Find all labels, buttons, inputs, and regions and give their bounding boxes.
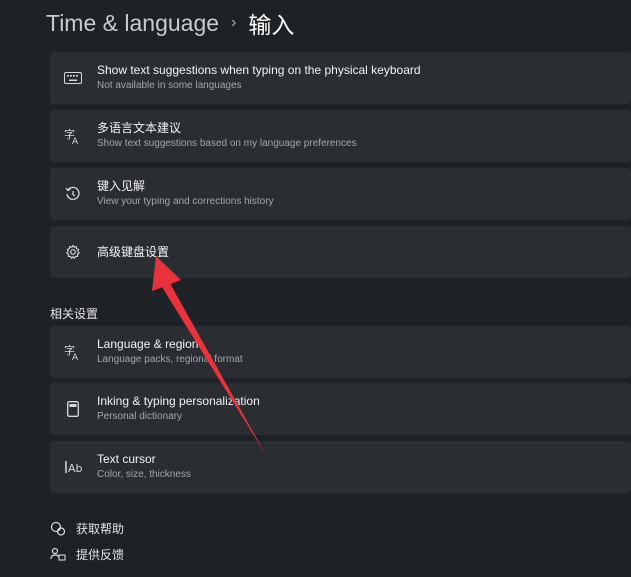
setting-subtitle: View your typing and corrections history	[97, 196, 274, 207]
setting-title: 键入见解	[97, 179, 146, 193]
give-feedback-link[interactable]: 提供反馈	[50, 546, 124, 563]
setting-text-suggestions[interactable]: Show text suggestions when typing on the…	[50, 52, 631, 104]
svg-text:A: A	[72, 353, 79, 361]
language-icon: 字A	[63, 342, 83, 362]
setting-subtitle: Language packs, regional format	[97, 354, 243, 365]
related-language-region[interactable]: 字A Language & region Language packs, reg…	[50, 326, 631, 378]
related-settings-heading: 相关设置	[50, 307, 99, 321]
setting-subtitle: Show text suggestions based on my langua…	[97, 138, 357, 149]
setting-title: Show text suggestions when typing on the…	[97, 63, 421, 77]
svg-text:Ab: Ab	[68, 462, 82, 475]
get-help-link[interactable]: 获取帮助	[50, 520, 124, 537]
setting-title: 多语言文本建议	[97, 121, 182, 135]
text-cursor-icon: Ab	[63, 457, 83, 477]
language-icon: 字A	[63, 126, 83, 146]
get-help-label: 获取帮助	[76, 522, 125, 536]
page-title: 输入	[248, 12, 295, 38]
setting-title: Language & region	[97, 337, 199, 351]
setting-subtitle: Personal dictionary	[97, 411, 183, 422]
breadcrumb-root[interactable]: Time & language	[46, 10, 219, 37]
setting-title: 高级键盘设置	[97, 244, 170, 259]
help-chat-icon	[50, 521, 66, 537]
setting-typing-insights[interactable]: 键入见解 View your typing and corrections hi…	[50, 168, 631, 220]
history-icon	[63, 184, 83, 204]
give-feedback-label: 提供反馈	[76, 548, 125, 562]
related-text-cursor[interactable]: Ab Text cursor Color, size, thickness	[50, 441, 631, 493]
setting-subtitle: Not available in some languages	[97, 80, 242, 91]
keyboard-icon	[63, 68, 83, 88]
gear-icon	[63, 242, 83, 262]
breadcrumb: Time & language › 输入	[46, 6, 294, 40]
feedback-icon	[50, 547, 66, 563]
related-inking-typing[interactable]: Inking & typing personalization Personal…	[50, 383, 631, 435]
svg-text:A: A	[72, 137, 79, 145]
setting-title: Text cursor	[97, 452, 156, 466]
tablet-icon	[63, 399, 83, 419]
setting-title: Inking & typing personalization	[97, 394, 260, 408]
setting-subtitle: Color, size, thickness	[97, 469, 191, 480]
setting-advanced-keyboard[interactable]: 高级键盘设置	[50, 226, 631, 278]
chevron-right-icon: ›	[231, 14, 237, 31]
setting-multilingual-suggestions[interactable]: 字A 多语言文本建议 Show text suggestions based o…	[50, 110, 631, 162]
